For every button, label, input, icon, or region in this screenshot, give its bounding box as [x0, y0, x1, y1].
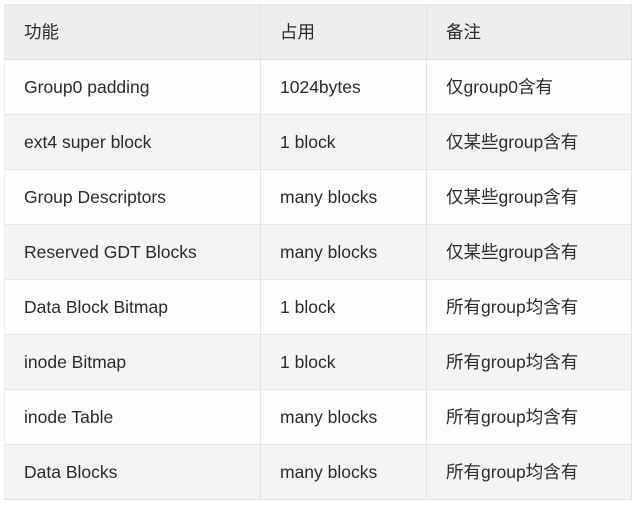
cell-usage-text: 1 block [280, 132, 336, 152]
cell-feature: inode Bitmap [4, 334, 261, 390]
cell-note-text: 仅某些group含有 [446, 242, 579, 262]
cell-note: 仅某些group含有 [426, 114, 632, 170]
cell-usage-text: many blocks [280, 407, 378, 427]
cell-note-text: 所有group均含有 [446, 297, 579, 317]
cell-feature: Data Blocks [4, 444, 261, 500]
table-row: Data Block Bitmap 1 block 所有group均含有 [4, 279, 632, 335]
ext4-group-layout-table: 功能 占用 备注 Group0 padding 1024bytes 仅group… [4, 4, 632, 500]
cell-usage: 1 block [260, 334, 427, 390]
cell-feature: ext4 super block [4, 114, 261, 170]
column-header-feature-label: 功能 [24, 22, 59, 42]
table-header-row: 功能 占用 备注 [4, 4, 632, 60]
cell-note-text: 所有group均含有 [446, 407, 579, 427]
cell-note-text: 仅某些group含有 [446, 132, 579, 152]
cell-usage-text: 1024bytes [280, 77, 361, 97]
cell-usage-text: many blocks [280, 242, 378, 262]
cell-feature: inode Table [4, 389, 261, 445]
cell-usage-text: many blocks [280, 462, 378, 482]
cell-note-text: 仅group0含有 [446, 77, 553, 97]
table-row: Reserved GDT Blocks many blocks 仅某些group… [4, 224, 632, 280]
column-header-usage: 占用 [260, 4, 427, 60]
cell-usage: 1 block [260, 114, 427, 170]
cell-feature: Reserved GDT Blocks [4, 224, 261, 280]
table-row: Group Descriptors many blocks 仅某些group含有 [4, 169, 632, 225]
cell-note: 仅某些group含有 [426, 224, 632, 280]
column-header-usage-label: 占用 [280, 22, 315, 42]
cell-note: 所有group均含有 [426, 279, 632, 335]
spec-table-container: 功能 占用 备注 Group0 padding 1024bytes 仅group… [4, 4, 632, 503]
column-header-feature: 功能 [4, 4, 261, 60]
cell-feature-text: Group Descriptors [24, 187, 166, 207]
cell-usage: many blocks [260, 444, 427, 500]
cell-feature-text: inode Bitmap [24, 352, 127, 372]
cell-usage: many blocks [260, 224, 427, 280]
table-row: Data Blocks many blocks 所有group均含有 [4, 444, 632, 500]
cell-usage: 1 block [260, 279, 427, 335]
page-root: 功能 占用 备注 Group0 padding 1024bytes 仅group… [0, 0, 640, 508]
table-header: 功能 占用 备注 [4, 4, 632, 60]
cell-note: 仅group0含有 [426, 59, 632, 115]
table-body: Group0 padding 1024bytes 仅group0含有 ext4 … [4, 59, 632, 500]
cell-note-text: 所有group均含有 [446, 352, 579, 372]
cell-feature-text: Data Block Bitmap [24, 297, 168, 317]
cell-usage: 1024bytes [260, 59, 427, 115]
cell-feature-text: Reserved GDT Blocks [24, 242, 197, 262]
cell-feature: Group0 padding [4, 59, 261, 115]
cell-usage: many blocks [260, 169, 427, 225]
cell-note-text: 仅某些group含有 [446, 187, 579, 207]
cell-usage-text: many blocks [280, 187, 378, 207]
table-row: Group0 padding 1024bytes 仅group0含有 [4, 59, 632, 115]
table-row: ext4 super block 1 block 仅某些group含有 [4, 114, 632, 170]
cell-note: 所有group均含有 [426, 444, 632, 500]
table-row: inode Bitmap 1 block 所有group均含有 [4, 334, 632, 390]
cell-feature-text: Group0 padding [24, 77, 150, 97]
cell-note: 所有group均含有 [426, 334, 632, 390]
cell-feature: Group Descriptors [4, 169, 261, 225]
cell-feature-text: inode Table [24, 407, 114, 427]
table-row: inode Table many blocks 所有group均含有 [4, 389, 632, 445]
cell-feature-text: Data Blocks [24, 462, 118, 482]
cell-note: 仅某些group含有 [426, 169, 632, 225]
cell-usage: many blocks [260, 389, 427, 445]
cell-usage-text: 1 block [280, 352, 336, 372]
column-header-note-label: 备注 [446, 22, 481, 42]
cell-usage-text: 1 block [280, 297, 336, 317]
cell-feature: Data Block Bitmap [4, 279, 261, 335]
cell-feature-text: ext4 super block [24, 132, 152, 152]
column-header-note: 备注 [426, 4, 632, 60]
cell-note: 所有group均含有 [426, 389, 632, 445]
cell-note-text: 所有group均含有 [446, 462, 579, 482]
